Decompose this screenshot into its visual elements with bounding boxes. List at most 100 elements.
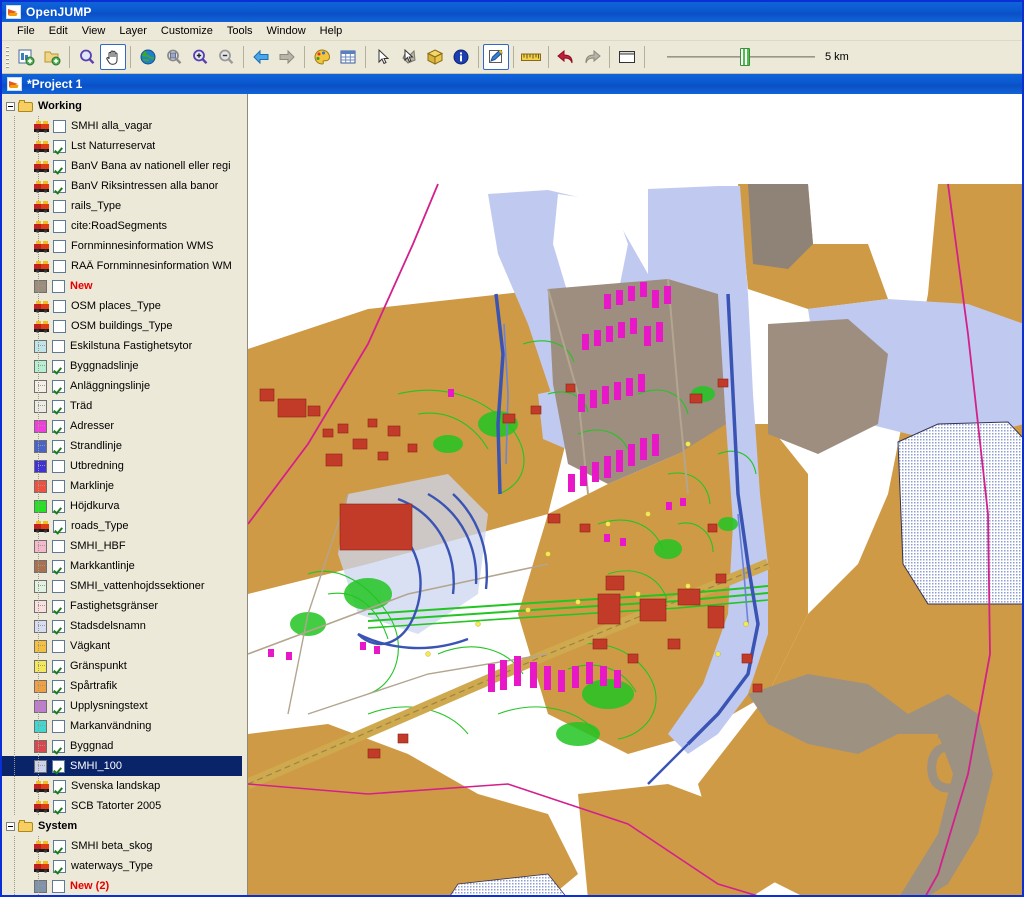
measure-ruler-icon[interactable] bbox=[518, 44, 544, 70]
layer-visibility-checkbox[interactable] bbox=[52, 359, 65, 373]
layer-row[interactable]: Markanvändning bbox=[2, 716, 242, 736]
layer-visibility-checkbox[interactable] bbox=[52, 419, 65, 433]
layer-visibility-checkbox[interactable] bbox=[52, 559, 65, 573]
layer-visibility-checkbox[interactable] bbox=[53, 119, 66, 133]
layer-row[interactable]: SMHI_HBF bbox=[2, 536, 242, 556]
layer-row[interactable]: Spårtrafik bbox=[2, 676, 242, 696]
layer-row[interactable]: RAÄ Fornminnesinformation WM bbox=[2, 256, 242, 276]
map-canvas[interactable] bbox=[248, 94, 1022, 895]
edit-geometry-icon[interactable] bbox=[483, 44, 509, 70]
open-folder-icon[interactable] bbox=[39, 44, 65, 70]
menu-item-edit[interactable]: Edit bbox=[42, 23, 75, 40]
layer-row[interactable]: Vägkant bbox=[2, 636, 242, 656]
layer-row[interactable]: SMHI beta_skog bbox=[2, 836, 242, 856]
layer-visibility-checkbox[interactable] bbox=[53, 299, 66, 313]
layer-row[interactable]: waterways_Type bbox=[2, 856, 242, 876]
zoom-to-selected-icon[interactable] bbox=[161, 44, 187, 70]
layer-visibility-checkbox[interactable] bbox=[53, 219, 66, 233]
layer-row[interactable]: Lst Naturreservat bbox=[2, 136, 242, 156]
tree-expander-icon[interactable] bbox=[6, 821, 15, 831]
menu-item-tools[interactable]: Tools bbox=[220, 23, 260, 40]
select-feature-cursor-icon[interactable] bbox=[370, 44, 396, 70]
layer-row[interactable]: roads_Type bbox=[2, 516, 242, 536]
layer-visibility-checkbox[interactable] bbox=[53, 239, 66, 253]
layer-visibility-checkbox[interactable] bbox=[52, 599, 65, 613]
layer-visibility-checkbox[interactable] bbox=[52, 339, 65, 353]
attribute-table-grid-icon[interactable] bbox=[335, 44, 361, 70]
layer-visibility-checkbox[interactable] bbox=[52, 739, 65, 753]
layer-visibility-checkbox[interactable] bbox=[52, 699, 65, 713]
tree-expander-icon[interactable] bbox=[6, 101, 15, 111]
layer-visibility-checkbox[interactable] bbox=[53, 259, 66, 273]
scale-slider[interactable] bbox=[667, 47, 815, 67]
layer-row[interactable]: Adresser bbox=[2, 416, 242, 436]
layer-visibility-checkbox[interactable] bbox=[52, 659, 65, 673]
layer-row[interactable]: Eskilstuna Fastighetsytor bbox=[2, 336, 242, 356]
layer-styles-palette-icon[interactable] bbox=[309, 44, 335, 70]
menu-item-help[interactable]: Help bbox=[313, 23, 350, 40]
menu-item-layer[interactable]: Layer bbox=[112, 23, 154, 40]
layer-visibility-checkbox[interactable] bbox=[53, 159, 66, 173]
layer-visibility-checkbox[interactable] bbox=[53, 519, 66, 533]
layer-row[interactable]: Svenska landskap bbox=[2, 776, 242, 796]
layer-row[interactable]: SMHI_vattenhojdssektioner bbox=[2, 576, 242, 596]
layer-row[interactable]: Träd bbox=[2, 396, 242, 416]
layer-row[interactable]: SMHI_100 bbox=[2, 756, 242, 776]
layer-tree-panel[interactable]: Working SMHI alla_vagar Lst Naturreservat B… bbox=[2, 94, 248, 895]
layer-row[interactable]: rails_Type bbox=[2, 196, 242, 216]
layer-visibility-checkbox[interactable] bbox=[53, 199, 66, 213]
layer-visibility-checkbox[interactable] bbox=[53, 839, 66, 853]
layer-visibility-checkbox[interactable] bbox=[53, 179, 66, 193]
layer-row[interactable]: New bbox=[2, 276, 242, 296]
redo-arrow-icon[interactable] bbox=[579, 44, 605, 70]
layer-row[interactable]: Höjdkurva bbox=[2, 496, 242, 516]
zoom-full-extent-globe-icon[interactable] bbox=[135, 44, 161, 70]
layer-visibility-checkbox[interactable] bbox=[53, 319, 66, 333]
menu-item-customize[interactable]: Customize bbox=[154, 23, 220, 40]
layer-row[interactable]: Strandlinje bbox=[2, 436, 242, 456]
layer-group-working[interactable]: Working bbox=[2, 96, 242, 116]
new-window-icon[interactable] bbox=[614, 44, 640, 70]
layer-visibility-checkbox[interactable] bbox=[52, 619, 65, 633]
layer-row[interactable]: SCB Tatorter 2005 bbox=[2, 796, 242, 816]
zoom-icon[interactable] bbox=[74, 44, 100, 70]
layer-row[interactable]: Anläggningslinje bbox=[2, 376, 242, 396]
layer-row[interactable]: OSM buildings_Type bbox=[2, 316, 242, 336]
toolbar-grip[interactable] bbox=[6, 46, 9, 68]
feature-info-icon[interactable] bbox=[448, 44, 474, 70]
layer-visibility-checkbox[interactable] bbox=[52, 879, 65, 893]
layer-visibility-checkbox[interactable] bbox=[52, 459, 65, 473]
zoom-in-icon[interactable] bbox=[187, 44, 213, 70]
layer-visibility-checkbox[interactable] bbox=[52, 279, 65, 293]
zoom-out-icon[interactable] bbox=[213, 44, 239, 70]
layer-row[interactable]: Stadsdelsnamn bbox=[2, 616, 242, 636]
layer-row[interactable]: Fornminnesinformation WMS bbox=[2, 236, 242, 256]
menu-item-window[interactable]: Window bbox=[260, 23, 313, 40]
layer-row[interactable]: cite:RoadSegments bbox=[2, 216, 242, 236]
layer-row[interactable]: BanV Riksintressen alla banor bbox=[2, 176, 242, 196]
layer-row[interactable]: Byggnadslinje bbox=[2, 356, 242, 376]
layer-visibility-checkbox[interactable] bbox=[52, 719, 65, 733]
layer-visibility-checkbox[interactable] bbox=[52, 379, 65, 393]
layer-row[interactable]: OSM places_Type bbox=[2, 296, 242, 316]
layer-row[interactable]: SMHI alla_vagar bbox=[2, 116, 242, 136]
layer-row[interactable]: Upplysningstext bbox=[2, 696, 242, 716]
layer-visibility-checkbox[interactable] bbox=[53, 779, 66, 793]
layer-visibility-checkbox[interactable] bbox=[52, 479, 65, 493]
layer-row[interactable]: Markkantlinje bbox=[2, 556, 242, 576]
layer-row[interactable]: Gränspunkt bbox=[2, 656, 242, 676]
previous-extent-arrow-icon[interactable] bbox=[248, 44, 274, 70]
layer-visibility-checkbox[interactable] bbox=[52, 399, 65, 413]
layer-row[interactable]: Marklinje bbox=[2, 476, 242, 496]
layer-row[interactable]: Fastighetsgränser bbox=[2, 596, 242, 616]
new-task-icon[interactable] bbox=[13, 44, 39, 70]
menu-item-file[interactable]: File bbox=[10, 23, 42, 40]
layer-visibility-checkbox[interactable] bbox=[53, 139, 66, 153]
undo-arrow-icon[interactable] bbox=[553, 44, 579, 70]
select-features-box-icon[interactable] bbox=[422, 44, 448, 70]
select-parts-icon[interactable] bbox=[396, 44, 422, 70]
layer-visibility-checkbox[interactable] bbox=[52, 499, 65, 513]
pan-hand-icon[interactable] bbox=[100, 44, 126, 70]
layer-visibility-checkbox[interactable] bbox=[53, 799, 66, 813]
layer-visibility-checkbox[interactable] bbox=[52, 579, 65, 593]
